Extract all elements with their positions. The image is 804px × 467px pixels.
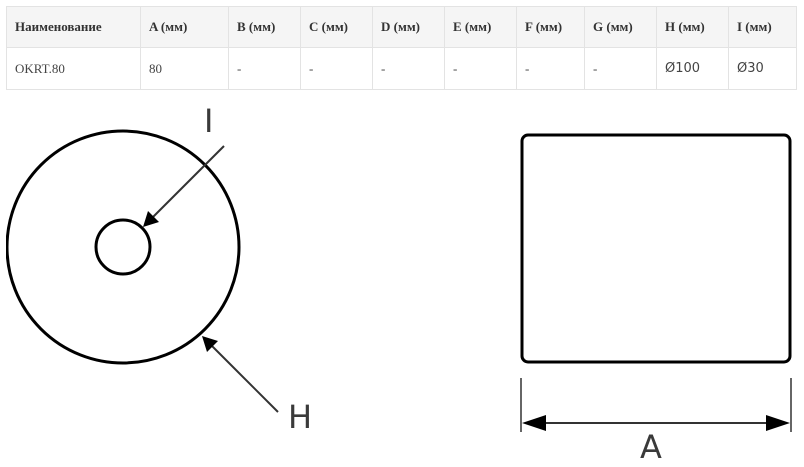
header-h: H (мм) (656, 6, 729, 48)
cell-i: Ø30 (728, 47, 797, 90)
cell-g: - (584, 47, 657, 90)
header-i: I (мм) (728, 6, 797, 48)
header-b: B (мм) (228, 6, 301, 48)
header-c: C (мм) (300, 6, 373, 48)
drawing-svg: I H A (6, 108, 792, 464)
cell-b: - (228, 47, 301, 90)
inner-circle (94, 218, 152, 276)
cell-c: - (300, 47, 373, 90)
arrowhead-length-left (522, 415, 546, 431)
cell-a: 80 (140, 47, 229, 90)
cell-e: - (444, 47, 517, 90)
cell-h: Ø100 (656, 47, 729, 90)
header-d: D (мм) (372, 6, 445, 48)
table-header-row: Наименование A (мм) B (мм) C (мм) D (мм)… (6, 6, 797, 48)
arrowhead-length-right (766, 415, 790, 431)
header-e: E (мм) (444, 6, 517, 48)
header-name: Наименование (6, 6, 141, 48)
cell-f: - (516, 47, 585, 90)
spec-table: Наименование A (мм) B (мм) C (мм) D (мм)… (6, 6, 797, 90)
leader-line-outer (205, 339, 279, 413)
header-a: A (мм) (140, 6, 229, 48)
cell-name: OKRT.80 (6, 47, 141, 90)
header-f: F (мм) (516, 6, 585, 48)
label-length: A (640, 428, 662, 464)
side-view-rect (520, 133, 792, 364)
cell-d: - (372, 47, 445, 90)
leader-line-inner (146, 145, 225, 224)
table-row: OKRT.80 80 - - - - - - Ø100 Ø30 (6, 47, 797, 90)
label-inner-diameter: I (204, 108, 213, 140)
technical-drawing: I H A (6, 108, 798, 464)
header-g: G (мм) (584, 6, 657, 48)
label-outer-diameter: H (288, 398, 312, 436)
